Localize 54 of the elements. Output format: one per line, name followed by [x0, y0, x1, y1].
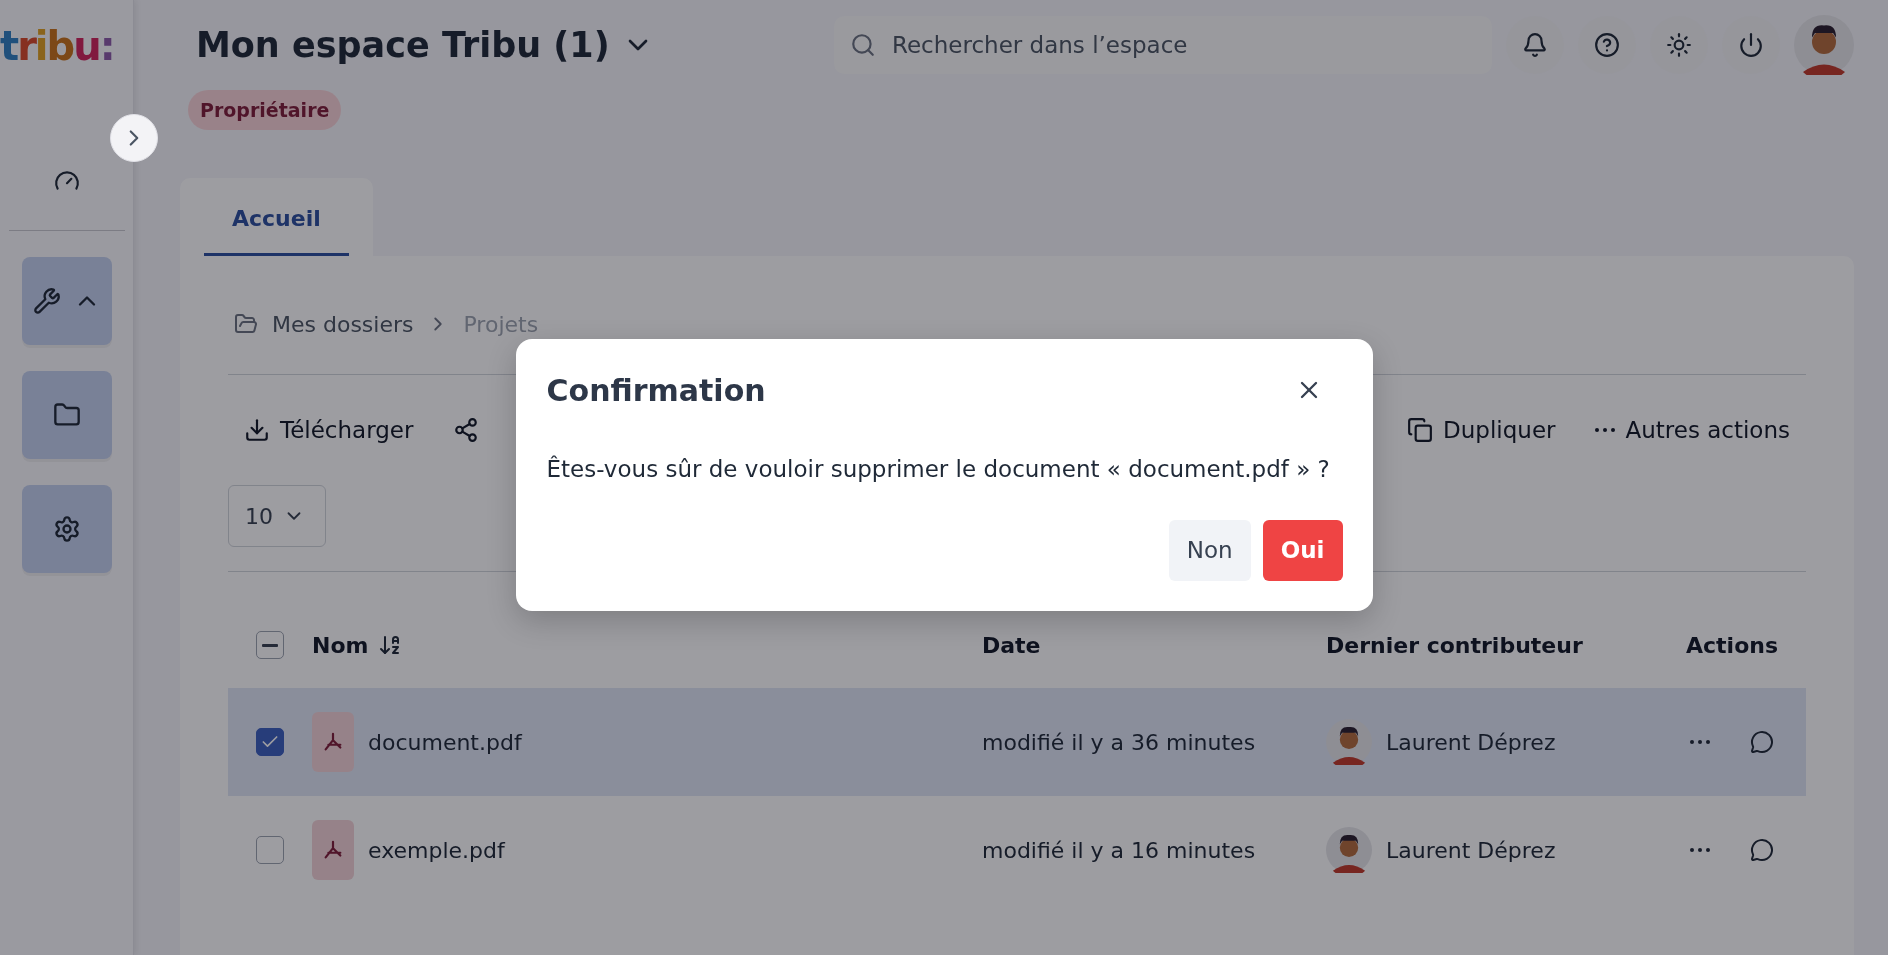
toolbar-button[interactable]: Autres actions — [1595, 417, 1790, 443]
dialog-title: Confirmation — [546, 372, 766, 408]
bell-icon — [1522, 32, 1548, 58]
folder-icon — [52, 401, 81, 429]
date-cell-text: modifié il y a 16 minutes — [982, 837, 1257, 863]
cancel-button[interactable]: Non — [1168, 519, 1251, 581]
table-row[interactable]: exemple.pdf modifié il y a 16 minutes Laurent Déprez — [228, 796, 1806, 904]
dialog-message: Êtes-vous sûr de vouloir supprimer le document « document.pdf » ? — [546, 455, 1331, 482]
folder-button[interactable] — [21, 371, 112, 459]
help-icon — [1594, 32, 1620, 58]
download-icon — [244, 417, 270, 443]
contributor-name: Laurent Déprez — [1386, 729, 1556, 755]
expand-sidebar-button[interactable] — [110, 114, 158, 162]
settings-button[interactable] — [21, 485, 112, 573]
breadcrumb-link[interactable]: Mes dossiers — [272, 311, 414, 337]
power-icon — [1738, 32, 1764, 58]
more-icon[interactable] — [1690, 740, 1710, 744]
page-size-select[interactable]: 10 — [228, 485, 326, 547]
date-cell-text: modifié il y a 36 minutes — [982, 729, 1257, 755]
column-header: Actions — [1686, 632, 1779, 658]
sun-icon — [1666, 32, 1692, 58]
column-header[interactable]: Nom — [312, 632, 369, 658]
space-title-dropdown[interactable]: Mon espace Tribu (1) — [196, 25, 654, 65]
toolbar-button[interactable]: Télécharger — [244, 417, 414, 443]
row-checkbox[interactable] — [256, 836, 284, 864]
folder-icon — [234, 312, 258, 336]
tools-menu-button[interactable] — [21, 257, 112, 345]
role-badge: Propriétaire — [188, 90, 342, 130]
comment-icon[interactable] — [1750, 730, 1774, 754]
table-row[interactable]: document.pdf modifié il y a 36 minutes Laurent Déprez — [228, 688, 1806, 796]
logo: tribu: — [0, 24, 114, 68]
column-header[interactable]: Dernier contributeur — [1326, 632, 1676, 658]
avatar — [1794, 15, 1854, 75]
more-icon — [1595, 428, 1616, 432]
copy-icon — [1407, 417, 1434, 443]
avatar — [1326, 827, 1372, 873]
pdf-file-icon — [312, 820, 354, 880]
row-checkbox[interactable] — [256, 728, 284, 756]
contributor-name: Laurent Déprez — [1386, 837, 1556, 863]
toolbar-button[interactable]: Dupliquer — [1407, 417, 1556, 443]
confirm-button[interactable]: Oui — [1262, 519, 1343, 581]
pdf-file-icon — [312, 712, 354, 772]
column-header[interactable]: Date — [982, 632, 1326, 658]
search-icon — [850, 32, 876, 58]
minus-icon — [262, 643, 278, 647]
avatar — [1326, 719, 1372, 765]
comment-icon[interactable] — [1750, 838, 1774, 862]
select-all-checkbox[interactable] — [256, 631, 284, 659]
share-icon[interactable] — [453, 417, 480, 443]
wrench-icon — [32, 287, 61, 315]
file-name[interactable]: exemple.pdf — [368, 837, 505, 863]
file-name[interactable]: document.pdf — [368, 729, 522, 755]
settings-icon — [52, 515, 81, 543]
more-icon[interactable] — [1690, 848, 1710, 852]
